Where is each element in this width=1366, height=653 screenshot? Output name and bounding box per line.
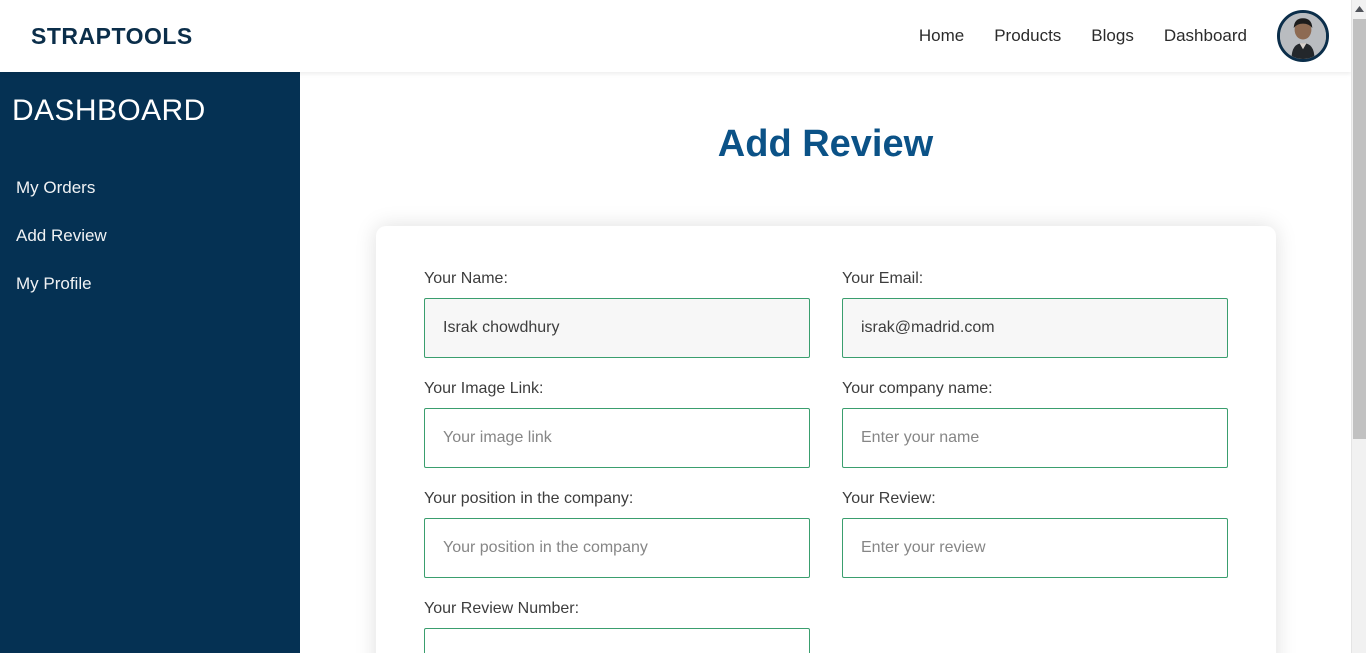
your-company-name-input[interactable] (842, 408, 1228, 468)
field-your-name: Your Name: (424, 270, 810, 358)
scrollbar-up-button[interactable] (1352, 0, 1366, 17)
sidebar-item-label: My Orders (16, 178, 96, 197)
your-review-input[interactable] (842, 518, 1228, 578)
field-your-review: Your Review: (842, 490, 1228, 578)
field-your-image-link: Your Image Link: (424, 380, 810, 468)
field-label-your-name: Your Name: (424, 270, 508, 287)
sidebar-item-label: My Profile (16, 274, 92, 293)
add-review-form: Your Name: Your Email: Your Image Link: … (376, 226, 1276, 653)
sidebar: DASHBOARD My Orders Add Review My Profil… (0, 72, 300, 653)
top-navbar: STRAPTOOLS Home Products Blogs Dashboard (0, 0, 1351, 72)
sidebar-item-my-orders[interactable]: My Orders (0, 164, 300, 212)
app-root: STRAPTOOLS Home Products Blogs Dashboard… (0, 0, 1366, 653)
your-review-number-input[interactable] (424, 628, 810, 653)
brand-logo[interactable]: STRAPTOOLS (31, 23, 193, 50)
field-label-your-image-link: Your Image Link: (424, 380, 544, 397)
field-label-your-review-number: Your Review Number: (424, 600, 580, 617)
nav-link-products[interactable]: Products (994, 26, 1061, 46)
page-scrollbar[interactable] (1351, 0, 1366, 653)
nav-link-home[interactable]: Home (919, 26, 964, 46)
field-label-your-review: Your Review: (842, 490, 936, 507)
field-label-your-position: Your position in the company: (424, 490, 634, 507)
your-email-input[interactable] (842, 298, 1228, 358)
field-your-review-number: Your Review Number: (424, 600, 810, 653)
sidebar-nav: My Orders Add Review My Profile (0, 164, 300, 308)
nav-links: Home Products Blogs Dashboard (919, 10, 1351, 62)
your-name-input[interactable] (424, 298, 810, 358)
sidebar-item-my-profile[interactable]: My Profile (0, 260, 300, 308)
sidebar-title: DASHBOARD (12, 94, 206, 127)
field-your-position: Your position in the company: (424, 490, 810, 578)
field-label-your-email: Your Email: (842, 270, 924, 287)
user-avatar-photo-icon (1280, 13, 1326, 59)
chevron-up-icon (1355, 5, 1364, 12)
add-review-card: Your Name: Your Email: Your Image Link: … (376, 226, 1276, 653)
nav-link-dashboard[interactable]: Dashboard (1164, 26, 1247, 46)
field-your-email: Your Email: (842, 270, 1228, 358)
field-label-your-company-name: Your company name: (842, 380, 993, 397)
your-position-input[interactable] (424, 518, 810, 578)
page-title: Add Review (717, 123, 934, 165)
nav-link-blogs[interactable]: Blogs (1091, 26, 1134, 46)
sidebar-item-label: Add Review (16, 226, 107, 245)
field-your-company-name: Your company name: (842, 380, 1228, 468)
main-content: Add Review Your Name: Your Email: Your I… (300, 72, 1351, 653)
avatar[interactable] (1277, 10, 1329, 62)
sidebar-item-add-review[interactable]: Add Review (0, 212, 300, 260)
your-image-link-input[interactable] (424, 408, 810, 468)
scrollbar-thumb[interactable] (1353, 19, 1366, 439)
